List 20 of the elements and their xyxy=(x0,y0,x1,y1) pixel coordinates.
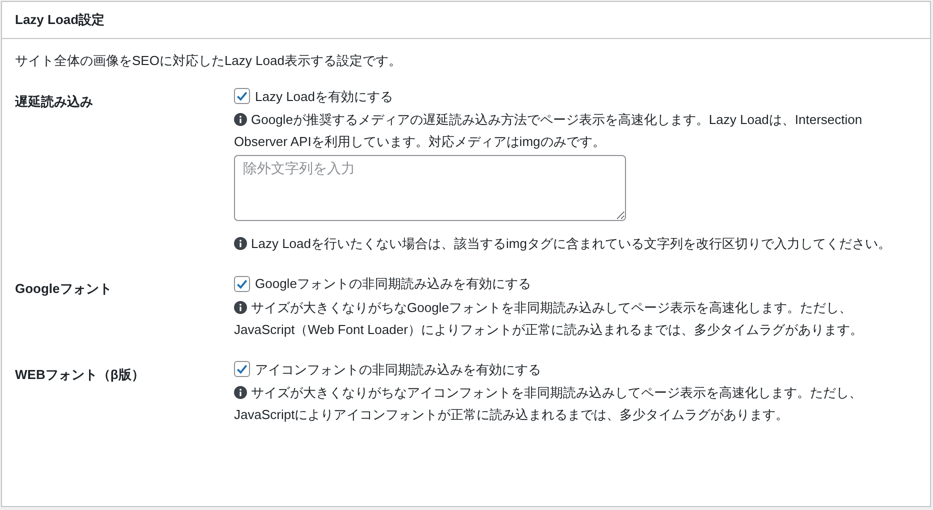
exclude-textarea[interactable]: 除外文字列を入力 xyxy=(234,155,626,221)
checkbox-label: Googleフォントの非同期読み込みを有効にする xyxy=(255,275,531,293)
setting-label: WEBフォント（β版） xyxy=(15,366,144,382)
panel-title: Lazy Load設定 xyxy=(15,11,105,30)
help-text: Lazy Loadを行いたくない場合は、該当するimgタグに含まれている文字列を改行区切りで入力してください。 xyxy=(234,233,911,255)
info-icon xyxy=(234,237,247,250)
checkbox-label: アイコンフォントの非同期読み込みを有効にする xyxy=(255,360,541,378)
info-icon xyxy=(234,300,247,314)
setting-label: 遅延読み込み xyxy=(15,94,93,108)
checkbox[interactable] xyxy=(234,276,250,292)
panel-description: サイト全体の画像をSEOに対応したLazy Load表示する設定です。 xyxy=(14,52,402,70)
checkbox[interactable] xyxy=(234,361,250,378)
info-icon xyxy=(234,386,247,399)
info-icon xyxy=(234,113,247,126)
help-text: Googleが推奨するメディアの遅延読み込み方法でページ表示を高速化します。Lazy Loadは、Intersection Observer APIを利用しています。対応メディアはimgのみです。 xyxy=(234,111,864,151)
checkbox-label: Lazy Loadを有効にする xyxy=(255,88,393,106)
help-text: サイズが大きくなりがちなアイコンフォントを非同期読み込みしてページ表示を高速化します。ただし、JavaScriptによりアイコンフォントが正常に読み込まれるまでは、多少タイムラグがあります。 xyxy=(234,384,863,424)
setting-label: Googleフォント xyxy=(15,281,112,296)
checkbox[interactable] xyxy=(234,88,250,104)
help-text: サイズが大きくなりがちなGoogleフォントを非同期読み込みしてページ表示を高速化します。ただし、JavaScript（Web Font Loader）によりフォントが正常に読み込まれるまでは、多少タイムラグがあります。 xyxy=(234,298,864,339)
